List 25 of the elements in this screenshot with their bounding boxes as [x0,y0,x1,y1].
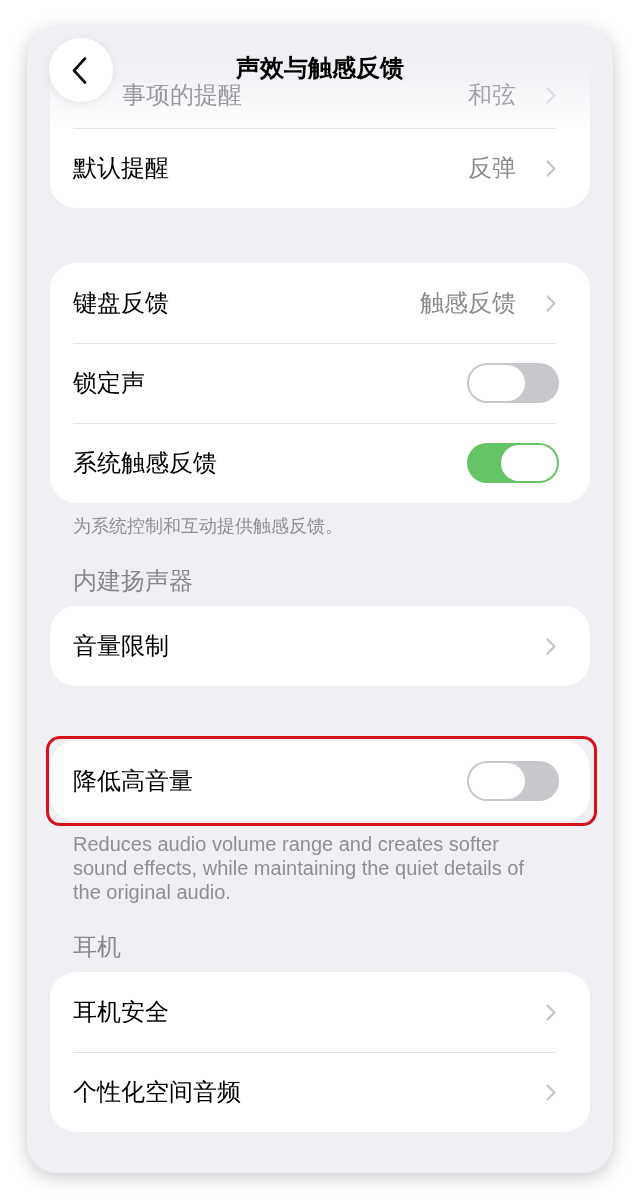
setting-label: 事项的提醒 [122,83,242,107]
chevron-left-icon [71,56,87,84]
setting-label: 降低高音量 [73,766,194,796]
chevron-right-icon [546,294,556,312]
chevron-right-icon [546,1083,556,1101]
settings-list-item[interactable]: 默认提醒 反弹 [50,128,590,208]
setting-value: 和弦 [468,83,516,107]
setting-label: 系统触感反馈 [73,448,218,478]
screen-title: 声效与触感反馈 [236,56,404,80]
section-header: 耳机 [72,935,122,959]
section-footer-note: Reduces audio volume range and creates softer sound effects, while maintaining the quiet details of the original audio. [72,832,526,904]
settings-list-item[interactable]: 键盘反馈 触感反馈 [50,263,590,343]
toggle-switch[interactable] [467,761,559,801]
chevron-right-icon [546,637,556,655]
chevron-right-icon [546,1003,556,1021]
section-footer-note: 为系统控制和互动提供触感反馈。 [72,515,344,538]
settings-list-item[interactable]: 音量限制 [50,606,590,686]
settings-list-item[interactable]: 个性化空间音频 [50,1052,590,1132]
toggle-switch[interactable] [467,443,559,483]
settings-list-item[interactable]: 耳机安全 [50,972,590,1052]
chevron-right-icon [546,86,556,104]
setting-label: 锁定声 [73,368,146,398]
toggle-switch[interactable] [467,363,559,403]
chevron-right-icon [546,159,556,177]
section-header: 内建扬声器 [72,569,194,593]
